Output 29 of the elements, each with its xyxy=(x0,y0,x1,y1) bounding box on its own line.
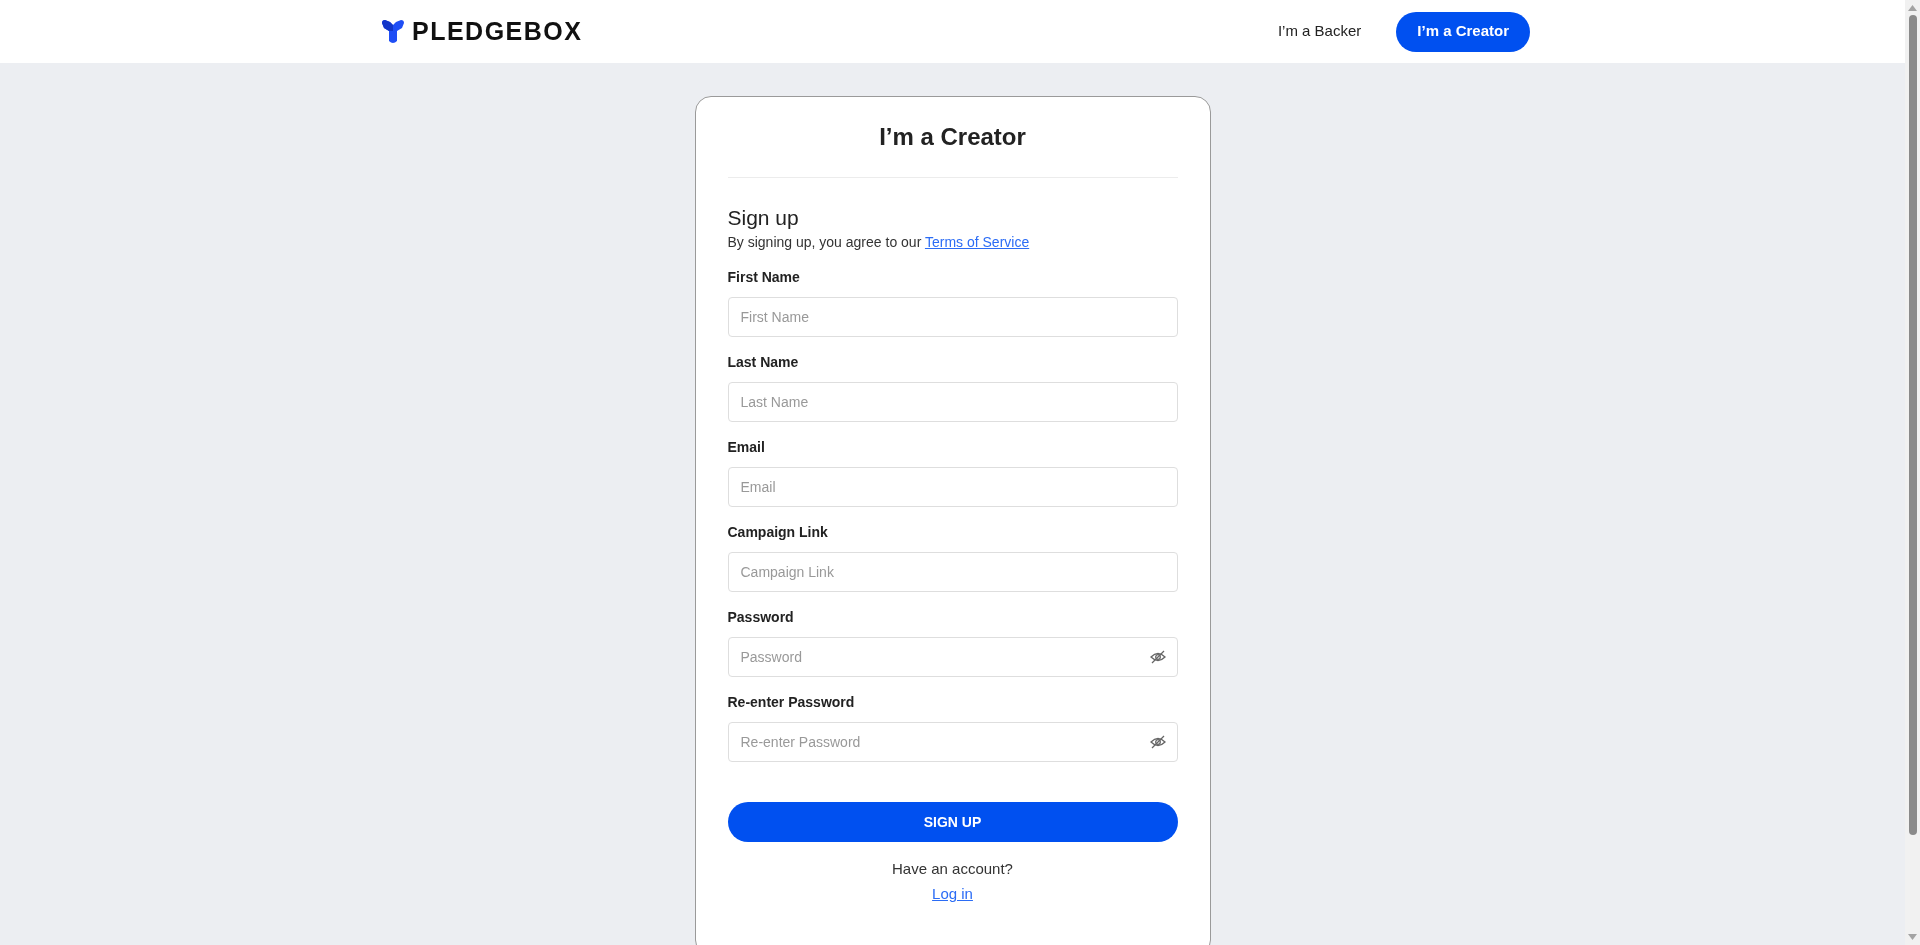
password-field[interactable]: Password xyxy=(727,637,1178,677)
sign-up-button[interactable]: SIGN UP xyxy=(727,802,1178,842)
logo-icon xyxy=(380,18,406,45)
input-field[interactable]: Email xyxy=(727,467,1178,507)
scroll-thumb[interactable] xyxy=(1908,15,1917,835)
input-field[interactable]: Campaign Link xyxy=(727,552,1178,592)
field-label: First Name xyxy=(727,268,801,287)
password-field[interactable]: Re-enter Password xyxy=(727,722,1178,762)
form-heading: Sign up xyxy=(727,205,800,231)
terms-link[interactable]: Terms of Service xyxy=(924,234,1030,250)
nav-link[interactable]: I’m a Backer xyxy=(1256,11,1383,52)
card-title: I’m a Creator xyxy=(727,97,1178,178)
hidden-eye-icon[interactable] xyxy=(1149,650,1166,664)
input-field[interactable]: First Name xyxy=(727,297,1178,337)
brand-name: PLEDGEBOX xyxy=(412,15,583,47)
agreement-text: By signing up, you agree to our Terms of Service xyxy=(727,233,1031,252)
scroll-up-icon[interactable] xyxy=(1908,5,1917,11)
nav-link[interactable]: I’m a Creator xyxy=(1396,11,1530,52)
account-prompt: Have an account? xyxy=(892,859,1013,879)
login-link[interactable]: Log in xyxy=(932,882,973,905)
field-label: Password xyxy=(727,608,795,627)
field-label: Email xyxy=(727,438,766,457)
hidden-eye-icon[interactable] xyxy=(1149,735,1166,749)
field-label: Campaign Link xyxy=(727,523,829,542)
field-label: Last Name xyxy=(727,353,800,372)
field-label: Re-enter Password xyxy=(727,693,856,712)
scroll-down-icon[interactable] xyxy=(1908,934,1917,940)
scrollbar[interactable] xyxy=(1905,0,1920,945)
input-field[interactable]: Last Name xyxy=(727,382,1178,422)
